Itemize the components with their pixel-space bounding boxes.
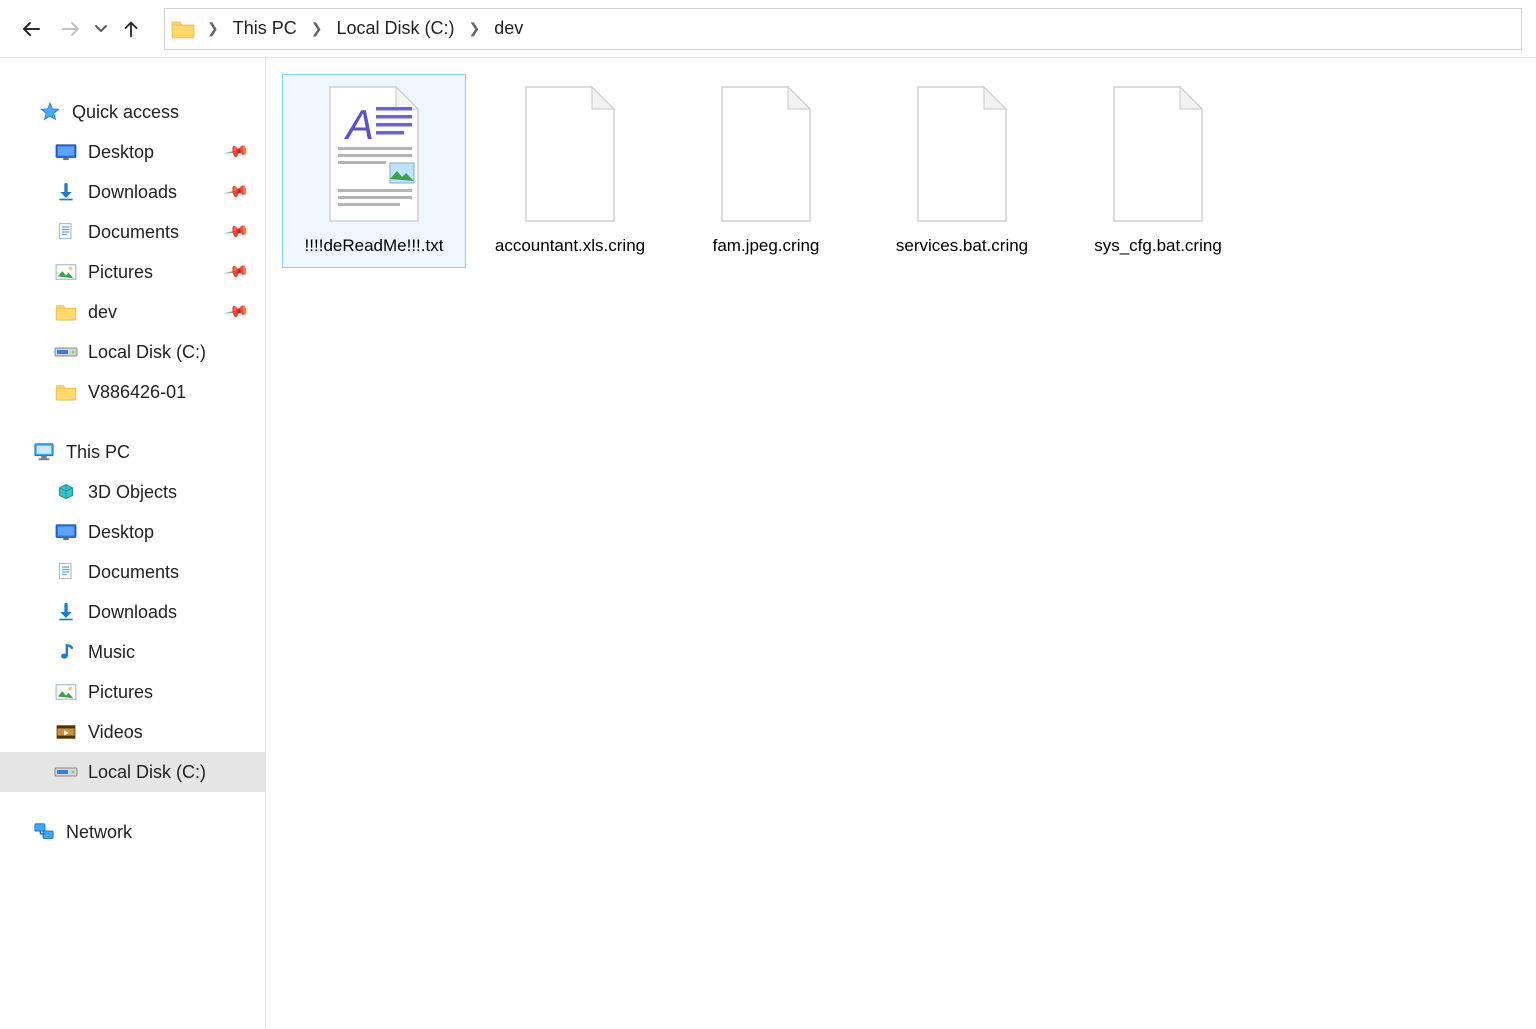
star-icon	[38, 101, 62, 123]
sidebar-item-documents[interactable]: Documents 📌	[0, 212, 265, 252]
sidebar-item-label: Downloads	[88, 182, 177, 203]
sidebar-item-3d-objects[interactable]: 3D Objects	[0, 472, 265, 512]
file-name: sys_cfg.bat.cring	[1090, 235, 1226, 257]
blank-file-icon	[514, 81, 626, 227]
sidebar-item-desktop[interactable]: Desktop 📌	[0, 132, 265, 172]
richtext-file-icon	[318, 81, 430, 227]
pin-icon: 📌	[223, 178, 251, 206]
file-name: services.bat.cring	[892, 235, 1032, 257]
cube-icon	[54, 481, 78, 503]
blank-file-icon	[1102, 81, 1214, 227]
sidebar-item-local-disk[interactable]: Local Disk (C:)	[0, 332, 265, 372]
sidebar-item-label: Videos	[88, 722, 143, 743]
sidebar-item-downloads[interactable]: Downloads	[0, 592, 265, 632]
sidebar-item-desktop[interactable]: Desktop	[0, 512, 265, 552]
folder-icon	[54, 301, 78, 323]
sidebar-item-label: Downloads	[88, 602, 177, 623]
files-container: !!!!deReadMe!!!.txt accountant.xls.cring…	[276, 74, 1526, 288]
documents-icon	[54, 221, 78, 243]
breadcrumb-sep-icon: ❯	[305, 20, 329, 37]
up-button[interactable]	[114, 12, 148, 46]
arrow-left-icon	[19, 17, 43, 41]
sidebar-item-label: Quick access	[72, 102, 179, 123]
sidebar-item-music[interactable]: Music	[0, 632, 265, 672]
arrow-right-icon	[59, 17, 83, 41]
folder-icon	[54, 381, 78, 403]
file-item[interactable]: fam.jpeg.cring	[674, 74, 858, 268]
file-name: accountant.xls.cring	[491, 235, 649, 257]
forward-button[interactable]	[54, 12, 88, 46]
sidebar-item-label: Music	[88, 642, 135, 663]
sidebar-item-local-disk[interactable]: Local Disk (C:)	[0, 752, 265, 792]
address-bar[interactable]: ❯ This PC ❯ Local Disk (C:) ❯ dev	[164, 8, 1522, 50]
sidebar-item-label: Documents	[88, 222, 179, 243]
file-item[interactable]: sys_cfg.bat.cring	[1066, 74, 1250, 268]
sidebar-item-pictures[interactable]: Pictures 📌	[0, 252, 265, 292]
sidebar-item-label: Network	[66, 822, 132, 843]
recent-locations-button[interactable]	[94, 22, 108, 36]
arrow-up-icon	[120, 18, 142, 40]
downloads-icon	[54, 601, 78, 623]
sidebar-item-dev[interactable]: dev 📌	[0, 292, 265, 332]
pictures-icon	[54, 681, 78, 703]
music-icon	[54, 641, 78, 663]
sidebar-item-label: This PC	[66, 442, 130, 463]
main-split: Quick access Desktop 📌 Downloads 📌 Docum…	[0, 58, 1536, 1029]
sidebar-this-pc[interactable]: This PC	[0, 432, 265, 472]
desktop-icon	[54, 141, 78, 163]
file-name: fam.jpeg.cring	[709, 235, 824, 257]
sidebar-item-videos[interactable]: Videos	[0, 712, 265, 752]
sidebar-item-label: Pictures	[88, 262, 153, 283]
desktop-icon	[54, 521, 78, 543]
breadcrumb-this-pc[interactable]: This PC	[225, 9, 305, 49]
sidebar-separator	[0, 792, 265, 812]
sidebar-item-downloads[interactable]: Downloads 📌	[0, 172, 265, 212]
sidebar-item-label: Desktop	[88, 142, 154, 163]
network-icon	[32, 821, 56, 843]
sidebar-item-label: Documents	[88, 562, 179, 583]
navigation-pane: Quick access Desktop 📌 Downloads 📌 Docum…	[0, 58, 266, 1029]
drive-icon	[54, 761, 78, 783]
sidebar-item-label: 3D Objects	[88, 482, 177, 503]
back-button[interactable]	[14, 12, 48, 46]
downloads-icon	[54, 181, 78, 203]
sidebar-item-label: dev	[88, 302, 117, 323]
file-item[interactable]: !!!!deReadMe!!!.txt	[282, 74, 466, 268]
breadcrumb-drive-c[interactable]: Local Disk (C:)	[328, 9, 462, 49]
file-list-pane[interactable]: !!!!deReadMe!!!.txt accountant.xls.cring…	[266, 58, 1536, 1029]
breadcrumb-sep-icon: ❯	[463, 20, 487, 37]
file-name: !!!!deReadMe!!!.txt	[301, 235, 448, 257]
breadcrumb-dev[interactable]: dev	[486, 9, 531, 49]
file-item[interactable]: services.bat.cring	[870, 74, 1054, 268]
pc-icon	[32, 441, 56, 463]
sidebar-network[interactable]: Network	[0, 812, 265, 852]
sidebar-item-label: V886426-01	[88, 382, 186, 403]
blank-file-icon	[710, 81, 822, 227]
file-item[interactable]: accountant.xls.cring	[478, 74, 662, 268]
address-toolbar: ❯ This PC ❯ Local Disk (C:) ❯ dev	[0, 0, 1536, 58]
pin-icon: 📌	[223, 258, 251, 286]
sidebar-item-label: Local Disk (C:)	[88, 342, 206, 363]
sidebar-item-v886426[interactable]: V886426-01	[0, 372, 265, 412]
breadcrumb-sep-icon: ❯	[201, 20, 225, 37]
documents-icon	[54, 561, 78, 583]
sidebar-item-label: Pictures	[88, 682, 153, 703]
sidebar-item-documents[interactable]: Documents	[0, 552, 265, 592]
pin-icon: 📌	[223, 298, 251, 326]
sidebar-quick-access[interactable]: Quick access	[0, 92, 265, 132]
videos-icon	[54, 721, 78, 743]
sidebar-separator	[0, 412, 265, 432]
pictures-icon	[54, 261, 78, 283]
chevron-down-icon	[94, 22, 108, 36]
sidebar-item-label: Local Disk (C:)	[88, 762, 206, 783]
pin-icon: 📌	[223, 218, 251, 246]
sidebar-item-label: Desktop	[88, 522, 154, 543]
folder-icon	[171, 19, 195, 39]
blank-file-icon	[906, 81, 1018, 227]
sidebar-item-pictures[interactable]: Pictures	[0, 672, 265, 712]
drive-icon	[54, 341, 78, 363]
pin-icon: 📌	[223, 138, 251, 166]
